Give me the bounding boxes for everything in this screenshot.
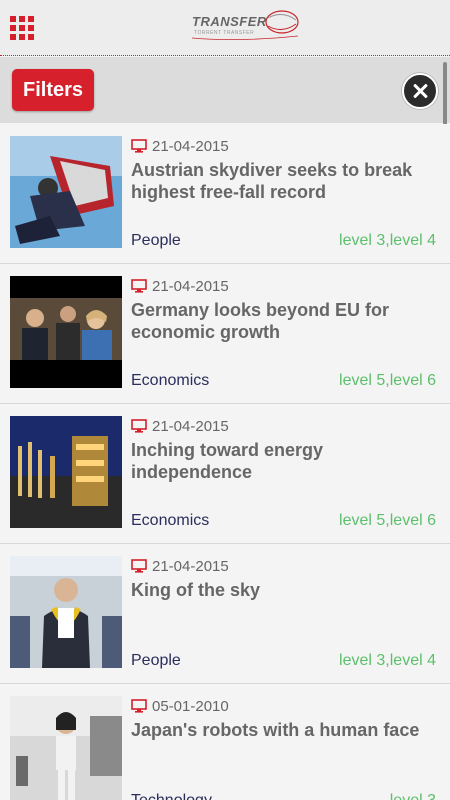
article-date: 21-04-2015: [152, 557, 229, 575]
monitor-icon: [131, 699, 147, 713]
close-icon[interactable]: [402, 73, 438, 109]
article-date: 21-04-2015: [152, 277, 229, 295]
filter-bar: Filters: [0, 57, 450, 123]
article-category: Economics: [131, 372, 210, 389]
article-thumbnail: [10, 696, 122, 800]
list-item[interactable]: 21-04-2015 King of the sky People level …: [0, 544, 450, 684]
article-level: level 3: [390, 792, 436, 800]
article-level: level 3,level 4: [339, 232, 436, 249]
article-level: level 5,level 6: [339, 372, 436, 389]
list-item[interactable]: 05-01-2010 Japan's robots with a human f…: [0, 684, 450, 800]
app-logo: TRANSFER TORRENT TRANSFER: [190, 6, 302, 42]
article-category: Technology: [131, 792, 212, 800]
article-title[interactable]: King of the sky: [131, 579, 441, 601]
article-date: 05-01-2010: [152, 697, 229, 715]
article-level: level 5,level 6: [339, 512, 436, 529]
filters-button[interactable]: Filters: [12, 69, 94, 111]
logo-subtext: TORRENT TRANSFER: [194, 30, 255, 36]
article-date: 21-04-2015: [152, 137, 229, 155]
logo-text: TRANSFER: [192, 14, 267, 29]
article-title[interactable]: Austrian skydiver seeks to break highest…: [131, 159, 441, 203]
article-date: 21-04-2015: [152, 417, 229, 435]
monitor-icon: [131, 139, 147, 153]
article-title[interactable]: Inching toward energy independence: [131, 439, 441, 483]
list-item[interactable]: 21-04-2015 Inching toward energy indepen…: [0, 404, 450, 544]
article-thumbnail: [10, 556, 122, 668]
article-thumbnail: [10, 416, 122, 528]
list-item[interactable]: 21-04-2015 Austrian skydiver seeks to br…: [0, 124, 450, 264]
top-bar: TRANSFER TORRENT TRANSFER: [0, 0, 450, 56]
article-thumbnail: [10, 136, 122, 248]
article-category: People: [131, 652, 181, 669]
article-thumbnail: [10, 276, 122, 388]
list-item[interactable]: 21-04-2015 Germany looks beyond EU for e…: [0, 264, 450, 404]
apps-grid-icon[interactable]: [10, 16, 34, 40]
article-category: People: [131, 232, 181, 249]
monitor-icon: [131, 279, 147, 293]
article-title[interactable]: Germany looks beyond EU for economic gro…: [131, 299, 441, 343]
article-level: level 3,level 4: [339, 652, 436, 669]
article-category: Economics: [131, 512, 210, 529]
article-title[interactable]: Japan's robots with a human face: [131, 719, 441, 741]
monitor-icon: [131, 419, 147, 433]
monitor-icon: [131, 559, 147, 573]
